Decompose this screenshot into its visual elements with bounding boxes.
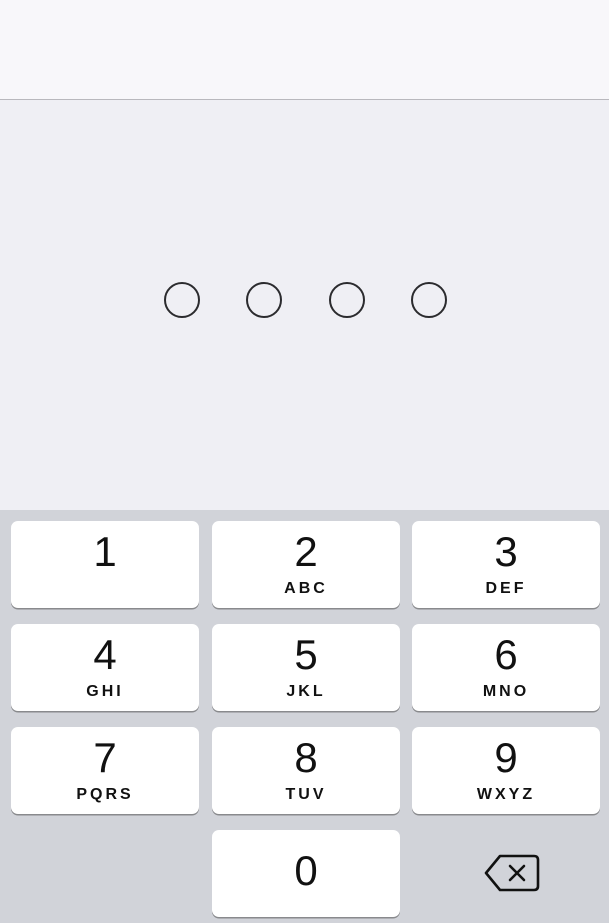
key-7[interactable]: 7 PQRS <box>11 727 199 814</box>
passcode-dot-4 <box>411 282 447 318</box>
key-letters: WXYZ <box>476 786 536 803</box>
passcode-entry-area <box>0 100 609 510</box>
key-digit: 6 <box>494 631 518 678</box>
delete-backspace-icon <box>484 854 540 892</box>
key-digit: 4 <box>93 631 117 678</box>
key-digit: 0 <box>294 847 318 894</box>
key-4[interactable]: 4 GHI <box>11 624 199 711</box>
key-8[interactable]: 8 TUV <box>212 727 400 814</box>
passcode-screen: 1 2 ABC 3 DEF 4 GHI 5 JKL 6 MNO 7 PQRS 8… <box>0 0 609 923</box>
key-digit: 5 <box>294 631 318 678</box>
key-3[interactable]: 3 DEF <box>412 521 600 608</box>
passcode-dots <box>0 282 609 318</box>
key-digit: 8 <box>294 734 318 781</box>
key-letters: TUV <box>285 786 327 803</box>
key-6[interactable]: 6 MNO <box>412 624 600 711</box>
key-9[interactable]: 9 WXYZ <box>412 727 600 814</box>
key-digit: 2 <box>294 528 318 575</box>
passcode-dot-3 <box>329 282 365 318</box>
key-1[interactable]: 1 <box>11 521 199 608</box>
key-5[interactable]: 5 JKL <box>212 624 400 711</box>
passcode-dot-1 <box>164 282 200 318</box>
navigation-bar <box>0 0 609 100</box>
numeric-keypad: 1 2 ABC 3 DEF 4 GHI 5 JKL 6 MNO 7 PQRS 8… <box>0 510 609 923</box>
key-letters: ABC <box>284 580 328 597</box>
key-letters: PQRS <box>76 786 134 803</box>
key-letters: GHI <box>86 683 124 700</box>
key-0[interactable]: 0 <box>212 830 400 917</box>
delete-button[interactable] <box>412 830 600 917</box>
key-2[interactable]: 2 ABC <box>212 521 400 608</box>
key-letters: MNO <box>482 683 530 700</box>
key-digit: 1 <box>93 528 117 575</box>
key-letters: DEF <box>485 580 527 597</box>
passcode-dot-2 <box>246 282 282 318</box>
key-digit: 3 <box>494 528 518 575</box>
key-digit: 7 <box>93 734 117 781</box>
key-letters: JKL <box>286 683 326 700</box>
key-digit: 9 <box>494 734 518 781</box>
